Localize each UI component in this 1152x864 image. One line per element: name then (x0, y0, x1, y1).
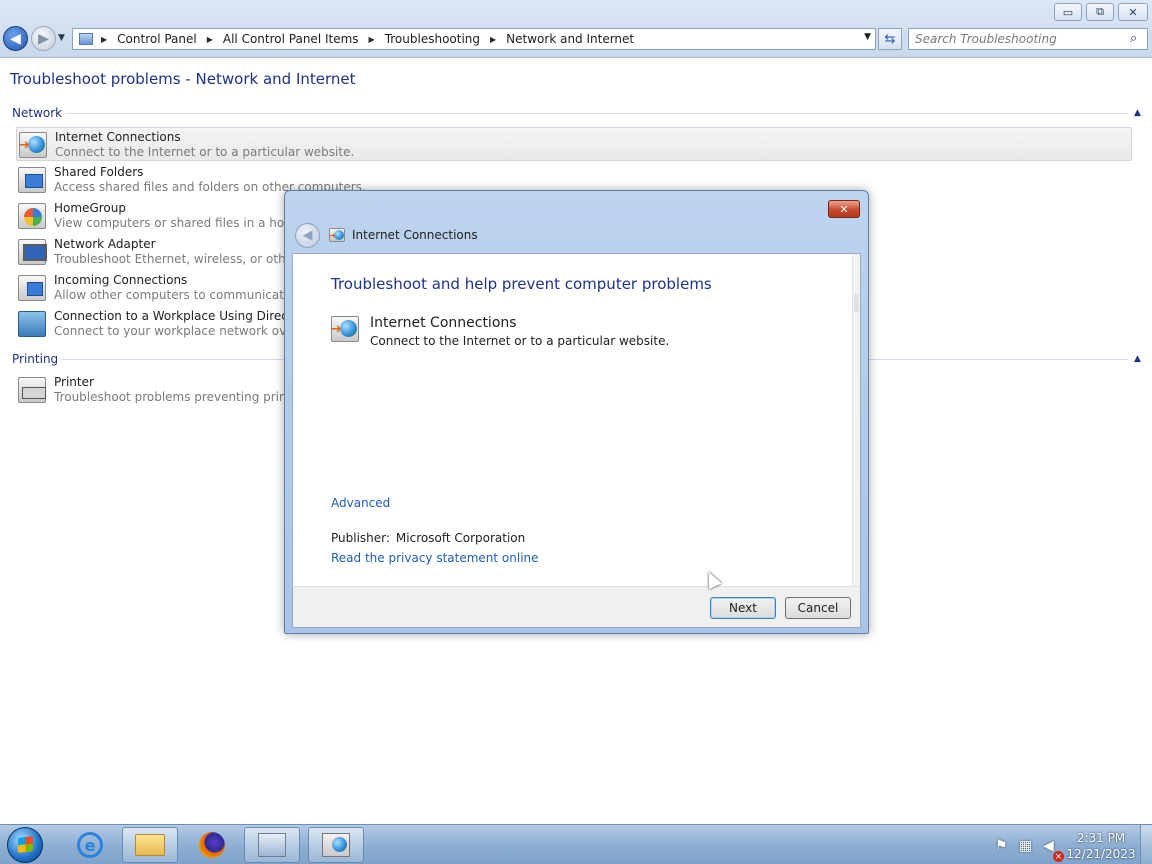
internet-connections-icon (329, 228, 345, 242)
homegroup-icon (18, 203, 46, 229)
start-button[interactable] (2, 825, 50, 864)
list-item-desc: Connect to your workplace network over t… (54, 324, 315, 338)
minimize-button[interactable]: ▭ (1054, 3, 1082, 21)
chevron-right-icon[interactable]: ▶ (207, 35, 213, 44)
breadcrumb-all-items[interactable]: All Control Panel Items (223, 32, 359, 46)
scrollbar-thumb[interactable] (854, 294, 859, 312)
network-icon[interactable]: ▦ (1019, 838, 1032, 854)
forward-button[interactable]: ▶ (31, 26, 56, 51)
refresh-button[interactable]: ⇆ (878, 28, 902, 50)
list-item-title: Incoming Connections (54, 273, 188, 287)
address-bar[interactable]: ▶ Control Panel ▶ All Control Panel Item… (72, 28, 876, 50)
taskbar-troubleshooter[interactable] (308, 827, 364, 863)
advanced-link[interactable]: Advanced (331, 496, 390, 510)
group-header-printing: Printing (12, 352, 59, 366)
privacy-statement-link[interactable]: Read the privacy statement online (331, 551, 539, 565)
firefox-icon (199, 832, 225, 858)
volume-muted-badge-icon: × (1053, 851, 1064, 862)
volume-icon[interactable]: ◀ (1043, 838, 1054, 854)
chevron-down-icon[interactable]: ▼ (864, 32, 871, 42)
shared-folders-icon (18, 167, 46, 193)
list-item-desc: Troubleshoot Ethernet, wireless, or othe… (54, 252, 317, 266)
page-title: Troubleshoot problems - Network and Inte… (10, 70, 356, 88)
troubleshooter-name: Internet Connections (370, 315, 517, 331)
internet-connections-icon (331, 316, 359, 342)
clock-time: 2:31 PM (1076, 831, 1126, 845)
dialog-title: Internet Connections (352, 228, 478, 242)
network-adapter-icon (18, 239, 47, 265)
search-input[interactable] (908, 28, 1148, 50)
chevron-right-icon[interactable]: ▶ (369, 35, 375, 44)
directaccess-icon (18, 311, 46, 337)
printer-icon (18, 377, 46, 403)
search-icon[interactable]: ⌕ (1130, 31, 1137, 46)
chevron-right-icon[interactable]: ▶ (490, 35, 496, 44)
group-header-network: Network (12, 106, 63, 120)
breadcrumb-troubleshooting[interactable]: Troubleshooting (385, 32, 480, 46)
list-item-title: Connection to a Workplace Using DirectAc… (54, 309, 314, 323)
dialog-back-button[interactable]: ◀ (295, 223, 320, 248)
list-item-title: Shared Folders (54, 165, 144, 179)
troubleshooter-dialog: ✕ ◀ Internet Connections Troubleshoot an… (284, 190, 869, 634)
publisher-label: Publisher: (331, 531, 390, 545)
folder-icon (135, 834, 165, 856)
arrow-left-icon: ◀ (10, 30, 21, 47)
list-item-desc: Troubleshoot problems preventing printin… (54, 390, 310, 404)
taskbar-firefox[interactable] (184, 827, 240, 863)
recent-pages-dropdown[interactable]: ▼ (58, 33, 65, 43)
control-panel-icon (258, 833, 286, 857)
window-toolbar: ▭ ⧉ ✕ ◀ ▶ ▼ ▶ Control Panel ▶ All Contro… (0, 0, 1152, 58)
internet-explorer-icon: e (77, 832, 103, 858)
breadcrumb-network-internet[interactable]: Network and Internet (506, 32, 634, 46)
incoming-connections-icon (18, 275, 46, 301)
system-clock[interactable]: 2:31 PM 12/21/2023 (1066, 830, 1136, 862)
next-button[interactable]: Next (710, 597, 776, 619)
list-item-title: Network Adapter (54, 237, 156, 251)
list-item-desc: View computers or shared files in a home… (54, 216, 316, 230)
taskbar-control-panel[interactable] (244, 827, 300, 863)
dialog-close-button[interactable]: ✕ (828, 200, 860, 218)
taskbar-file-explorer[interactable] (122, 827, 178, 863)
list-item-desc: Allow other computers to communicate wit (54, 288, 314, 302)
publisher-value: Microsoft Corporation (395, 531, 526, 545)
windows-logo-icon (7, 827, 43, 863)
refresh-icon: ⇆ (884, 31, 896, 47)
arrow-right-icon: ▶ (38, 30, 49, 47)
cancel-button[interactable]: Cancel (785, 597, 851, 619)
chevron-right-icon[interactable]: ▶ (101, 35, 107, 44)
list-item-title: Internet Connections (55, 130, 181, 144)
list-item-internet-connections[interactable]: Internet Connections Connect to the Inte… (16, 127, 1132, 161)
list-item-desc: Connect to the Internet or to a particul… (55, 145, 355, 159)
close-button[interactable]: ✕ (1118, 3, 1148, 21)
arrow-left-icon: ◀ (302, 228, 313, 243)
taskbar-internet-explorer[interactable]: e (62, 827, 118, 863)
internet-connections-icon (19, 132, 47, 158)
publisher-info: Publisher: Microsoft Corporation (331, 531, 525, 545)
action-center-flag-icon[interactable]: ⚑ (995, 838, 1008, 854)
dialog-heading: Troubleshoot and help prevent computer p… (331, 275, 712, 293)
back-button[interactable]: ◀ (3, 26, 28, 51)
collapse-icon[interactable]: ▲ (1134, 108, 1141, 118)
collapse-icon[interactable]: ▲ (1134, 354, 1141, 364)
clock-date: 12/21/2023 (1066, 847, 1136, 861)
taskbar: e ⚑ ▦ ◀ 2:31 PM 12/21/2023 (0, 824, 1152, 864)
maximize-button[interactable]: ⧉ (1086, 3, 1114, 21)
list-item-title: HomeGroup (54, 201, 126, 215)
show-desktop-button[interactable] (1140, 825, 1152, 864)
troubleshooter-desc: Connect to the Internet or to a particul… (370, 334, 670, 348)
control-panel-icon (79, 33, 93, 45)
dialog-scrollbar[interactable] (852, 254, 860, 586)
group-divider (66, 113, 1128, 114)
dialog-body: Troubleshoot and help prevent computer p… (292, 253, 861, 586)
list-item-title: Printer (54, 375, 94, 389)
breadcrumb-control-panel[interactable]: Control Panel (117, 32, 197, 46)
internet-connections-icon (322, 833, 350, 857)
dialog-footer: Next Cancel (292, 586, 861, 628)
